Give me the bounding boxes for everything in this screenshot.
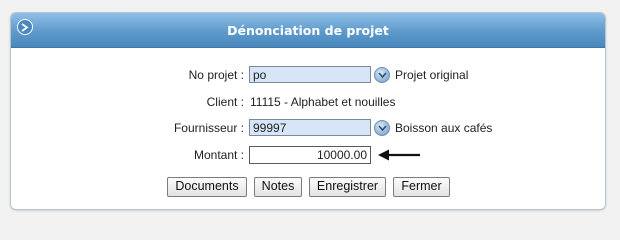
- montant-input[interactable]: 10000.00: [249, 146, 371, 164]
- fournisseur-input[interactable]: 99997: [249, 119, 371, 136]
- fournisseur-label: Fournisseur :: [173, 121, 244, 135]
- fermer-button[interactable]: Fermer: [393, 177, 450, 197]
- notes-button[interactable]: Notes: [254, 177, 302, 197]
- client-label: Client :: [206, 95, 244, 109]
- title-bar: Dénonciation de projet: [11, 13, 605, 48]
- client-value: 11115 - Alphabet et nouilles: [250, 95, 396, 109]
- left-arrow-icon: [378, 149, 420, 161]
- fournisseur-description: Boisson aux cafés: [395, 121, 493, 135]
- no-projet-input[interactable]: po: [249, 66, 371, 83]
- projet-description: Projet original: [395, 68, 469, 82]
- fournisseur-dropdown-icon[interactable]: [374, 120, 390, 136]
- no-projet-label: No projet :: [188, 68, 244, 82]
- montant-label: Montant :: [193, 148, 244, 162]
- no-projet-dropdown-icon[interactable]: [374, 67, 390, 83]
- project-denunciation-panel: Dénonciation de projet: [10, 12, 606, 210]
- documents-button[interactable]: Documents: [167, 177, 247, 197]
- enregistrer-button[interactable]: Enregistrer: [309, 177, 386, 197]
- page-title: Dénonciation de projet: [227, 23, 389, 38]
